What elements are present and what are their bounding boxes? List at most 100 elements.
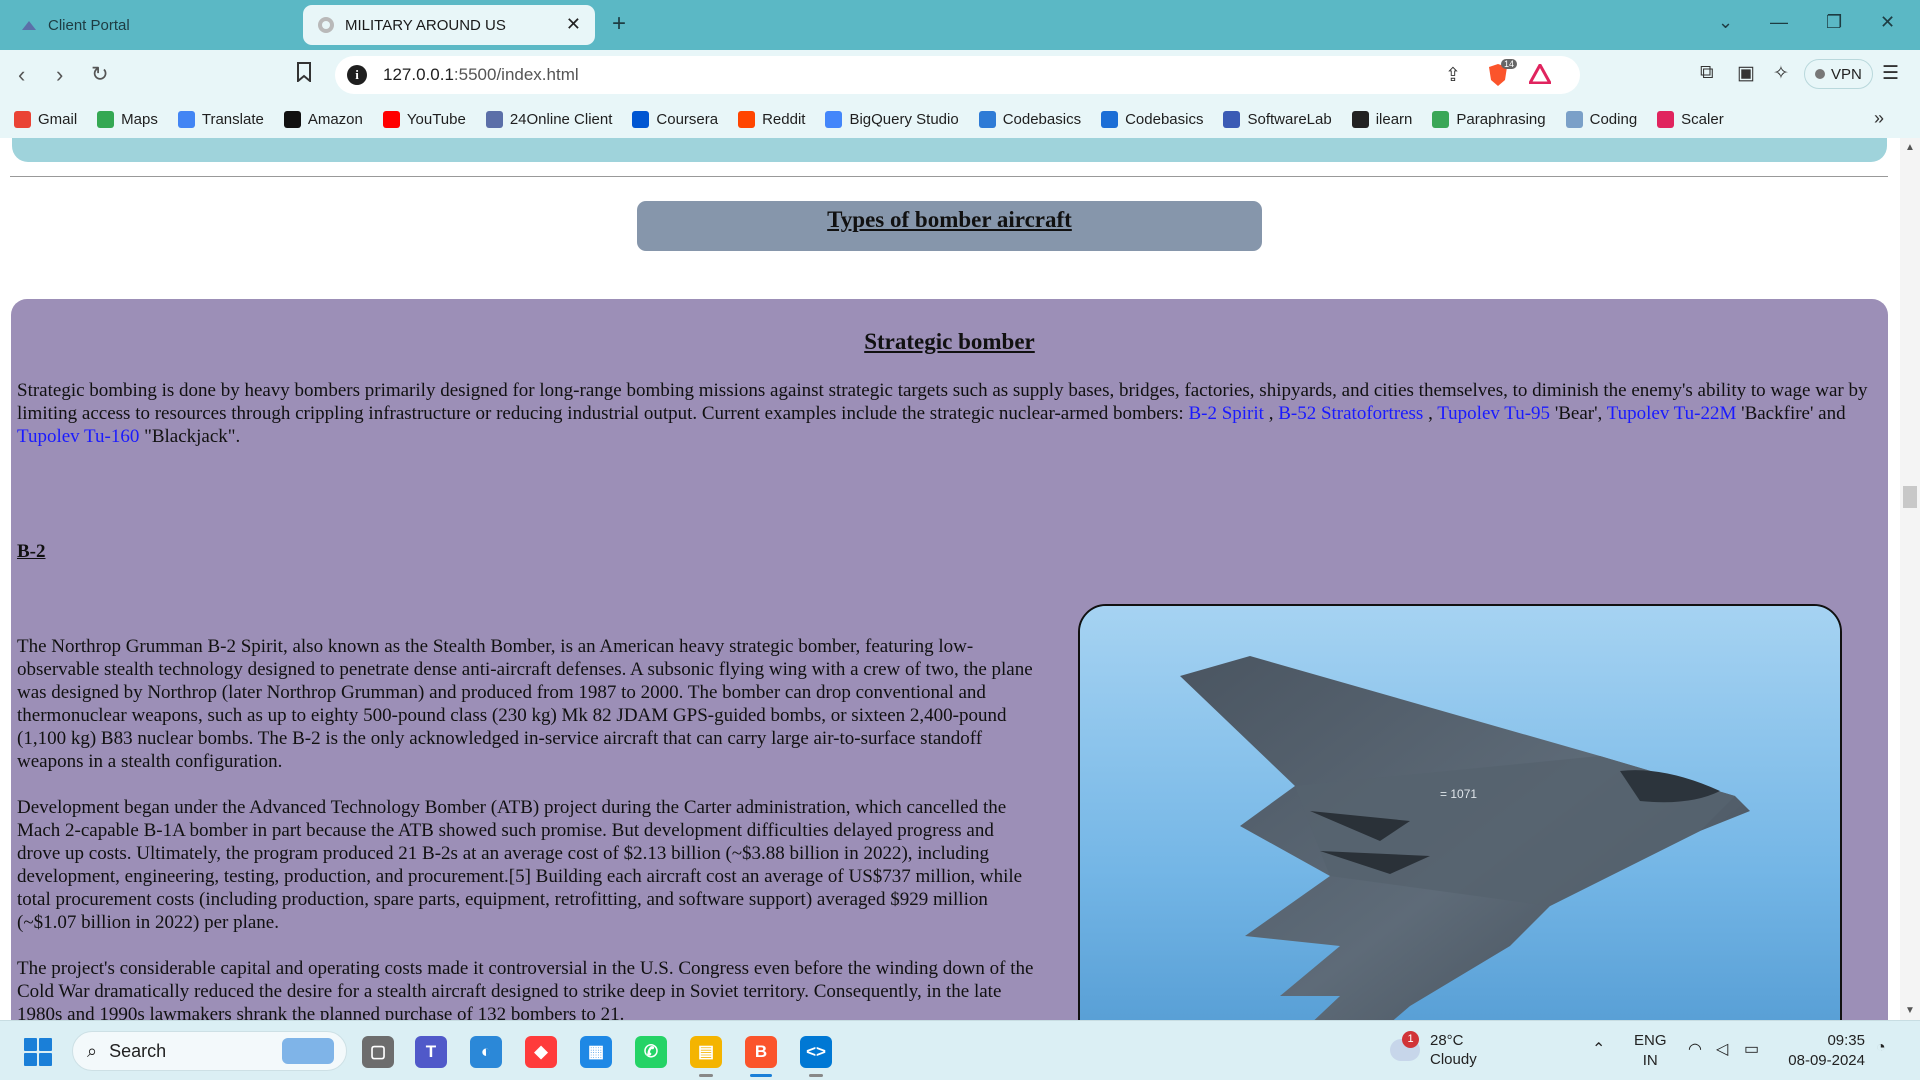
link-b52-stratofortress[interactable]: B-52 Stratofortress [1278,403,1423,424]
scaler-icon [1657,110,1675,128]
24online-icon [485,110,503,128]
wallet-icon[interactable]: ▣ [1737,62,1755,85]
extensions-icon[interactable]: ⧉ [1700,62,1714,84]
bookmark-item[interactable]: Codebasics [978,110,1081,128]
language-indicator[interactable]: ENG IN [1634,1031,1667,1071]
whatsapp-icon[interactable]: ✆ [635,1036,667,1068]
microsoft-store-icon[interactable]: ▦ [580,1036,612,1068]
link-tupolev-tu22m[interactable]: Tupolev Tu-22M [1607,403,1737,424]
scroll-up-arrow-icon[interactable]: ▲ [1905,142,1915,153]
scrollbar-thumb[interactable] [1903,486,1917,508]
menu-icon[interactable]: ☰ [1882,62,1899,85]
copilot-icon[interactable]: ◐ [470,1036,502,1068]
ilearn-icon [1351,110,1369,128]
bookmark-item[interactable]: Paraphrasing [1432,110,1546,128]
horizontal-divider [10,176,1888,177]
bookmark-item[interactable]: Coding [1565,110,1638,128]
bookmark-icon[interactable] [296,62,312,88]
paragraph: The project's considerable capital and o… [17,958,1034,1020]
leo-ai-icon[interactable]: ✧ [1773,62,1789,85]
bookmark-label: SoftwareLab [1247,110,1332,128]
bookmark-label: Coursera [656,110,719,128]
b2-subheading: B-2 [17,541,46,562]
card-title: Strategic bomber [864,329,1035,354]
bookmark-item[interactable]: Reddit [738,110,806,128]
tab-client-portal[interactable]: Client Portal [8,5,298,45]
notification-bell-icon[interactable]: ◔ [1876,1039,1886,1057]
link-b2-spirit[interactable]: B-2 Spirit [1188,403,1263,424]
page-viewport: Types of bomber aircraft Strategic bombe… [0,138,1900,1020]
bookmark-item[interactable]: Scaler [1657,110,1724,128]
restore-button[interactable]: ❐ [1826,12,1842,33]
url-text[interactable]: 127.0.0.1:5500/index.html [383,65,579,85]
shields-count-badge: 14 [1501,59,1518,69]
share-icon[interactable]: ⇪ [1445,64,1461,87]
bookmark-label: 24Online Client [509,110,613,128]
volume-icon[interactable]: ◁ [1716,1039,1728,1059]
file-explorer-icon[interactable]: ▤ [690,1036,722,1068]
window-close-button[interactable]: ✕ [1880,12,1895,33]
intro-paragraph: Strategic bombing is done by heavy bombe… [17,380,1868,447]
windows-taskbar: ⌕ Search ▢ T ◐ ◆ ▦ ✆ ▤ B <> 1 28°C Cloud… [0,1020,1920,1080]
tab-label: MILITARY AROUND US [345,16,506,34]
search-highlight-icon [282,1038,334,1064]
link-tupolev-tu95[interactable]: Tupolev Tu-95 [1437,403,1550,424]
bookmark-item[interactable]: Codebasics [1101,110,1204,128]
tab-strip: Client Portal MILITARY AROUND US ✕ + ⌄ —… [0,0,1920,50]
b2-bomber-photo: = 1071 [1078,604,1842,1020]
anydesk-icon[interactable]: ◆ [525,1036,557,1068]
brave-browser-icon[interactable]: B [745,1036,777,1068]
section-heading-box: Types of bomber aircraft [637,201,1262,251]
vertical-scrollbar[interactable]: ▲ ▼ [1900,138,1920,1020]
scroll-down-arrow-icon[interactable]: ▼ [1905,1005,1915,1016]
bookmark-item[interactable]: Translate [177,110,264,128]
bookmark-item[interactable]: SoftwareLab [1223,110,1332,128]
cloud-favicon-icon [20,16,38,34]
wifi-icon[interactable]: ◠ [1688,1039,1702,1059]
bookmark-item[interactable]: BigQuery Studio [825,110,959,128]
back-button[interactable]: ‹ [18,62,25,88]
new-tab-button[interactable]: + [612,10,626,38]
address-bar[interactable]: i 127.0.0.1:5500/index.html ⇪ 14 [335,56,1580,94]
teams-icon[interactable]: T [415,1036,447,1068]
coursera-icon [632,110,650,128]
battery-icon[interactable]: ▭ [1744,1039,1759,1059]
site-info-icon[interactable]: i [347,65,367,85]
active-indicator [750,1074,772,1077]
bookmark-label: Reddit [762,110,806,128]
taskbar-search[interactable]: ⌕ Search [72,1031,347,1071]
weather-widget[interactable]: 1 28°C Cloudy [1390,1031,1477,1069]
forward-button[interactable]: › [56,62,63,88]
chevron-up-icon[interactable]: ⌃ [1592,1039,1605,1059]
bookmark-label: Codebasics [1125,110,1204,128]
bookmark-item[interactable]: Coursera [632,110,719,128]
bookmark-label: Maps [121,110,158,128]
paraphrasing-icon [1432,110,1450,128]
bookmark-item[interactable]: YouTube [382,110,466,128]
bookmark-label: Coding [1589,110,1638,128]
previous-section-card [12,138,1887,162]
task-view-icon[interactable]: ▢ [362,1036,394,1068]
vpn-button[interactable]: VPN [1804,59,1873,89]
chevron-down-icon[interactable]: ⌄ [1718,12,1733,33]
bookmark-item[interactable]: ilearn [1351,110,1412,128]
reload-button[interactable]: ↻ [91,62,109,87]
link-tupolev-tu160[interactable]: Tupolev Tu-160 [17,426,139,447]
bookmark-item[interactable]: 24Online Client [485,110,613,128]
minimize-button[interactable]: — [1770,12,1788,33]
close-icon[interactable]: ✕ [566,14,581,35]
clock[interactable]: 09:35 08-09-2024 [1785,1031,1865,1071]
running-indicator [809,1074,823,1077]
windows-start-icon[interactable] [24,1038,52,1066]
bookmark-item[interactable]: Amazon [283,110,363,128]
bookmark-item[interactable]: Gmail [14,110,78,128]
bookmark-item[interactable]: Maps [97,110,158,128]
translate-icon [177,110,195,128]
tab-military-around-us[interactable]: MILITARY AROUND US ✕ [303,5,595,45]
bookmark-label: Gmail [38,110,78,128]
section-heading: Types of bomber aircraft [827,207,1072,232]
vscode-icon[interactable]: <> [800,1036,832,1068]
brave-rewards-icon[interactable] [1527,61,1553,90]
more-bookmarks-icon[interactable]: » [1874,108,1884,129]
bigquery-icon [825,110,843,128]
